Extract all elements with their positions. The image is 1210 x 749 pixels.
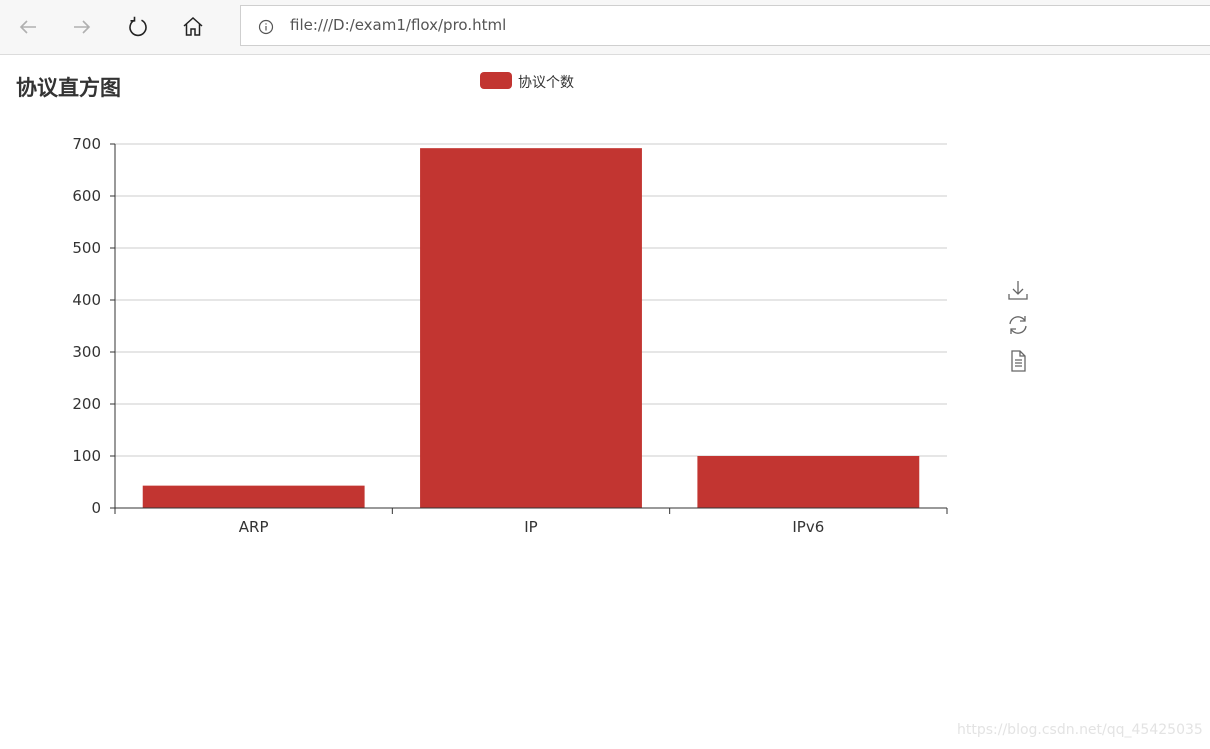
- address-bar[interactable]: file:///D:/exam1/flox/pro.html: [240, 5, 1210, 46]
- save-as-image-icon[interactable]: [1006, 278, 1030, 302]
- restore-icon[interactable]: [1006, 313, 1030, 337]
- y-tick-label: 400: [72, 291, 101, 309]
- url-text[interactable]: file:///D:/exam1/flox/pro.html: [290, 16, 506, 34]
- y-tick-label: 200: [72, 395, 101, 413]
- y-tick-label: 0: [91, 499, 101, 517]
- bar-ipv6[interactable]: [697, 456, 920, 508]
- home-icon: [183, 16, 203, 36]
- data-view-icon[interactable]: [1006, 349, 1030, 373]
- forward-button[interactable]: [64, 9, 100, 45]
- browser-toolbar: file:///D:/exam1/flox/pro.html: [0, 0, 1210, 55]
- refresh-button[interactable]: [120, 9, 156, 45]
- home-button[interactable]: [175, 9, 211, 45]
- back-arrow-icon: [19, 20, 36, 34]
- x-tick-label: IP: [524, 518, 537, 536]
- y-tick-label: 100: [72, 447, 101, 465]
- watermark: https://blog.csdn.net/qq_45425035: [957, 722, 1203, 738]
- x-tick-label: IPv6: [792, 518, 824, 536]
- y-tick-label: 300: [72, 343, 101, 361]
- forward-arrow-icon: [74, 20, 91, 34]
- y-tick-label: 600: [72, 187, 101, 205]
- info-icon[interactable]: [258, 19, 274, 35]
- refresh-icon: [129, 16, 147, 37]
- y-tick-label: 500: [72, 239, 101, 257]
- y-tick-label: 700: [72, 135, 101, 153]
- back-button[interactable]: [10, 9, 46, 45]
- x-tick-label: ARP: [239, 518, 269, 536]
- bar-arp[interactable]: [142, 485, 365, 508]
- bar-ip[interactable]: [420, 148, 642, 508]
